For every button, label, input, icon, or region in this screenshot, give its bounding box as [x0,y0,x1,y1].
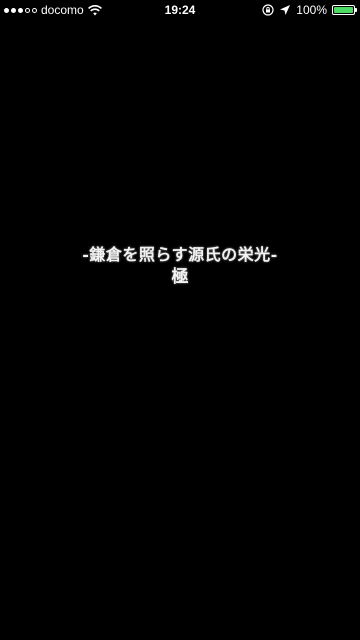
battery-percent: 100% [296,3,327,17]
battery-cap [355,8,357,12]
loading-title: -鎌倉を照らす源氏の栄光- 極 [0,244,360,288]
title-subtitle: -鎌倉を照らす源氏の栄光- [82,245,278,264]
battery-fill [334,7,353,13]
status-bar: docomo 19:24 100% [0,0,360,20]
status-bar-right: 100% [262,3,357,17]
app-screen: docomo 19:24 100% -鎌倉を照らす源氏の栄光- 極 [0,0,360,640]
orientation-lock-icon [262,4,274,16]
title-main: 極 [171,267,189,287]
location-arrow-icon [280,5,291,15]
battery-icon [332,5,357,15]
